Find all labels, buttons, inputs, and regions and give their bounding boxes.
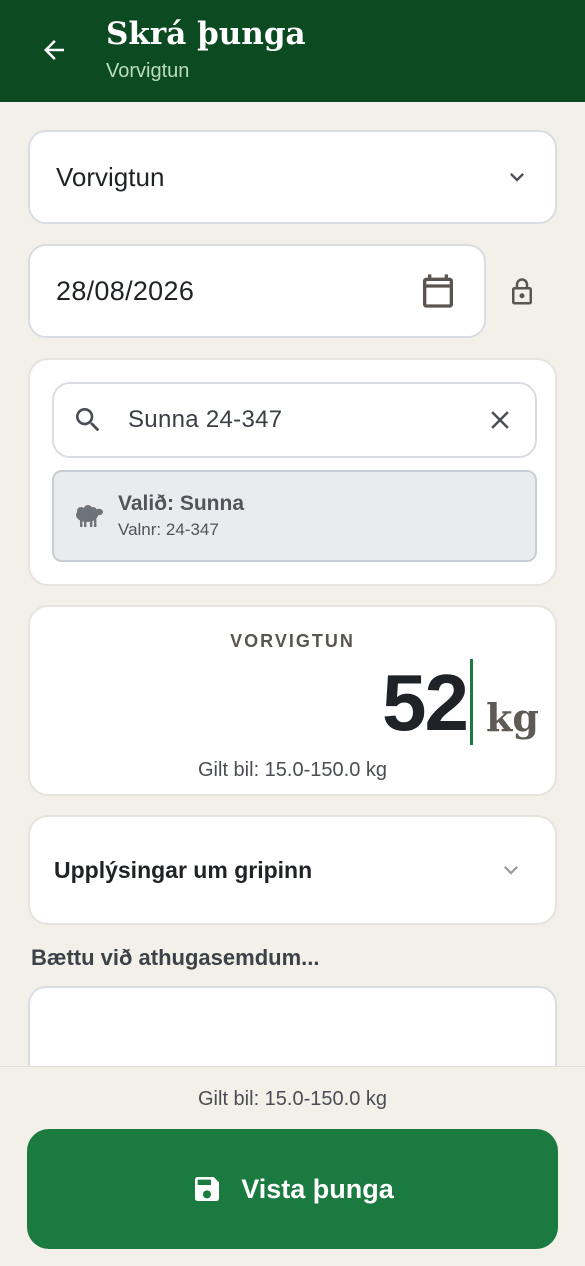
date-value: 28/08/2026 [56,275,195,306]
footer-range-hint: Gilt bil: 15.0-150.0 kg [198,1088,387,1110]
lock-date-button[interactable] [504,272,540,312]
page-title: Skrá þunga [106,16,306,52]
selected-animal-id: Valnr: 24-347 [118,520,219,539]
text-caret [470,659,473,745]
app-bar: Skrá þunga Vorvigtun [0,0,585,102]
search-value: Sunna 24-347 [128,406,283,433]
weight-label: VORVIGTUN [230,631,355,651]
chevron-down-icon [510,173,524,182]
search-icon [76,408,100,432]
selected-animal-name: Valið: Sunna [118,492,245,515]
clear-icon[interactable] [485,405,515,435]
weight-input[interactable]: 52 [382,657,469,749]
arrow-left-icon [44,40,64,60]
chevron-down-icon [504,866,518,875]
sheep-icon [76,505,103,527]
selected-animal[interactable]: Valið: Sunna Valnr: 24-347 [52,470,537,562]
footer: Gilt bil: 15.0-150.0 kg Vista þunga [0,1066,585,1266]
search-input[interactable]: Sunna 24-347 [52,382,537,458]
back-button[interactable] [34,30,74,70]
date-field[interactable]: 28/08/2026 [28,244,486,338]
calendar-icon[interactable] [418,271,458,311]
save-icon [195,1177,220,1201]
animal-search-card: Sunna 24-347 Valið: Sunna Valnr: 24-347 [28,358,557,586]
save-button-label: Vista þunga [241,1173,394,1204]
save-weight-button[interactable]: Vista þunga [27,1129,558,1249]
weight-unit: kg [486,695,539,740]
notes-label: Bættu við athugasemdum... [31,945,320,970]
weighing-type-select[interactable]: Vorvigtun [28,130,557,224]
weight-card[interactable]: VORVIGTUN 52 kg Gilt bil: 15.0-150.0 kg [28,605,557,796]
weighing-type-value: Vorvigtun [56,161,165,192]
page-subtitle: Vorvigtun [106,60,190,82]
animal-info-label: Upplýsingar um gripinn [54,856,313,883]
animal-info-expander[interactable]: Upplýsingar um gripinn [28,815,557,925]
lock-icon [512,278,532,305]
weight-range-hint: Gilt bil: 15.0-150.0 kg [198,759,387,781]
